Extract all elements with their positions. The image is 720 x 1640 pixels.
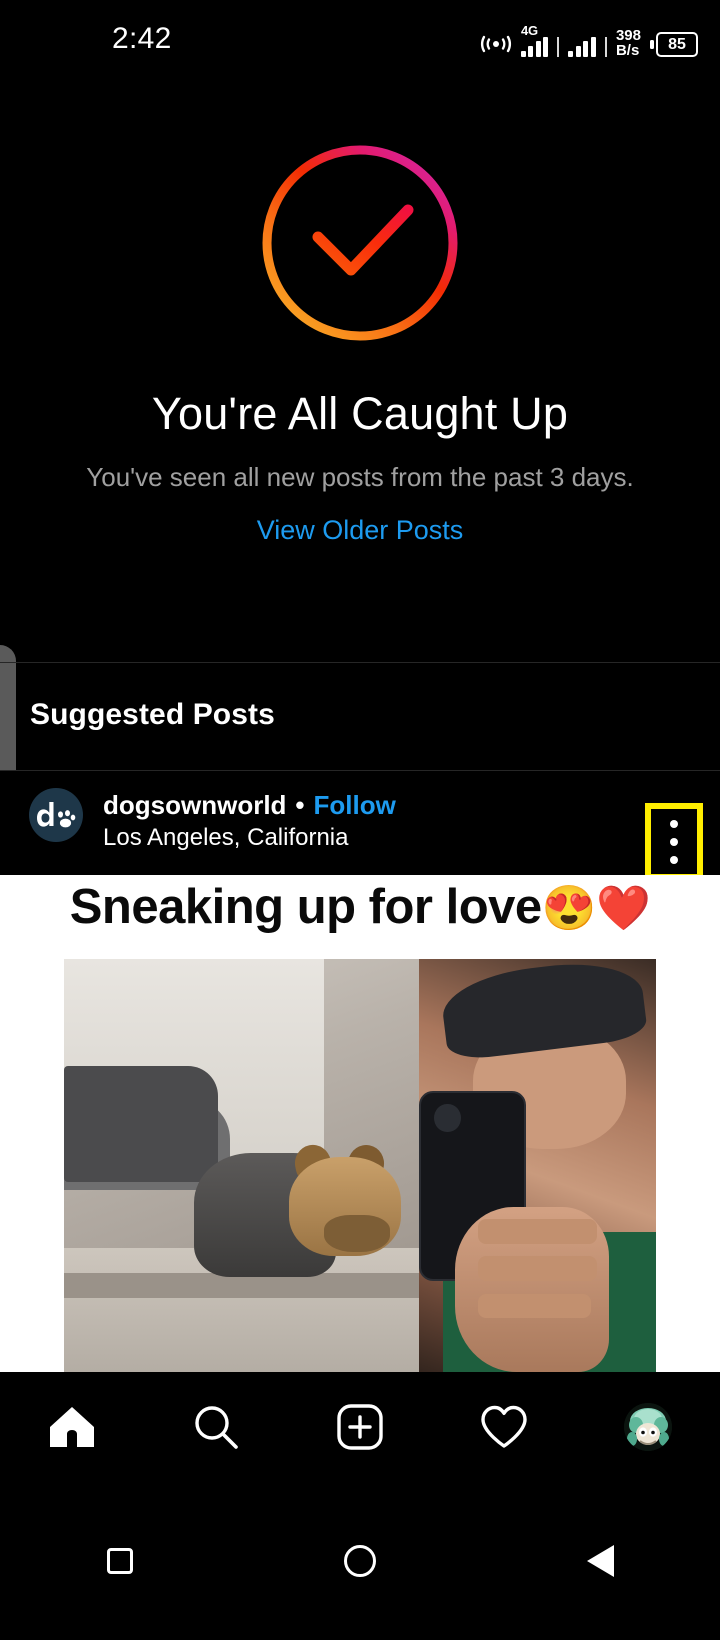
plus-square-icon bbox=[337, 1404, 383, 1450]
heart-icon bbox=[481, 1405, 527, 1448]
triangle-back-icon bbox=[586, 1545, 614, 1577]
system-navigation-bar bbox=[0, 1482, 720, 1640]
post-separator: • bbox=[295, 790, 305, 820]
caught-up-card: You're All Caught Up You've seen all new… bbox=[0, 78, 720, 644]
post-header: dogsownworld • Follow Los Angeles, Calif… bbox=[0, 771, 720, 875]
signal-sim1-icon: 4G bbox=[520, 24, 549, 57]
system-home-button[interactable] bbox=[305, 1526, 415, 1596]
nav-activity-button[interactable] bbox=[456, 1387, 552, 1467]
edge-scroll-handle[interactable] bbox=[0, 645, 16, 773]
check-circle-icon bbox=[262, 145, 458, 341]
post-caption-text: Sneaking up for love bbox=[69, 880, 542, 934]
post-caption-overlay: Sneaking up for love😍❤️ bbox=[0, 879, 720, 935]
sim-separator-2 bbox=[604, 37, 607, 57]
view-older-posts-link[interactable]: View Older Posts bbox=[257, 515, 464, 546]
caught-up-subtitle: You've seen all new posts from the past … bbox=[86, 462, 634, 492]
profile-avatar-icon bbox=[624, 1403, 672, 1451]
post-video-frame[interactable] bbox=[64, 959, 656, 1372]
square-icon bbox=[107, 1548, 133, 1574]
status-icons: 4G 398 B/s 85 bbox=[480, 21, 698, 58]
post-media[interactable]: Sneaking up for love😍❤️ bbox=[0, 875, 720, 1372]
system-back-button[interactable] bbox=[545, 1526, 655, 1596]
caught-up-title: You're All Caught Up bbox=[151, 388, 569, 439]
avatar[interactable] bbox=[29, 788, 83, 842]
follow-button[interactable]: Follow bbox=[314, 789, 396, 821]
nav-profile-button[interactable] bbox=[600, 1387, 696, 1467]
post-location[interactable]: Los Angeles, California bbox=[103, 823, 396, 853]
status-time: 2:42 bbox=[112, 22, 172, 55]
instagram-feed-screen: 2:42 4G 398 B/s 85 You're All Caught Up … bbox=[0, 0, 720, 1640]
battery-body: 85 bbox=[656, 32, 698, 57]
circle-icon bbox=[344, 1545, 376, 1577]
network-type-label: 4G bbox=[520, 23, 538, 38]
battery-nub bbox=[650, 40, 654, 49]
cast-icon bbox=[480, 35, 511, 53]
data-rate-unit: B/s bbox=[615, 42, 640, 59]
nav-search-button[interactable] bbox=[168, 1387, 264, 1467]
more-options-icon[interactable] bbox=[645, 803, 703, 880]
post-user-line: dogsownworld • Follow bbox=[103, 789, 396, 821]
sim-separator bbox=[557, 37, 560, 57]
system-recents-button[interactable] bbox=[65, 1526, 175, 1596]
section-divider-top bbox=[0, 662, 720, 663]
battery-icon: 85 bbox=[650, 32, 698, 57]
bottom-navigation-bar bbox=[0, 1372, 720, 1482]
post-meta: dogsownworld • Follow Los Angeles, Calif… bbox=[103, 789, 396, 853]
post-username[interactable]: dogsownworld bbox=[103, 789, 286, 821]
signal-bars-sim2 bbox=[568, 37, 596, 57]
post-caption-emojis: 😍❤️ bbox=[541, 884, 651, 933]
avatar-logo-icon bbox=[37, 802, 76, 828]
data-rate-indicator: 398 B/s bbox=[616, 28, 641, 58]
nav-create-button[interactable] bbox=[312, 1387, 408, 1467]
data-rate-value: 398 bbox=[615, 27, 641, 44]
signal-bars-sim1 bbox=[520, 37, 549, 57]
home-icon bbox=[50, 1407, 94, 1447]
nav-home-button[interactable] bbox=[24, 1387, 120, 1467]
status-bar: 2:42 4G 398 B/s 85 bbox=[0, 0, 720, 78]
suggested-posts-title: Suggested Posts bbox=[30, 698, 275, 731]
search-icon bbox=[195, 1406, 238, 1449]
battery-percent-label: 85 bbox=[668, 35, 686, 53]
